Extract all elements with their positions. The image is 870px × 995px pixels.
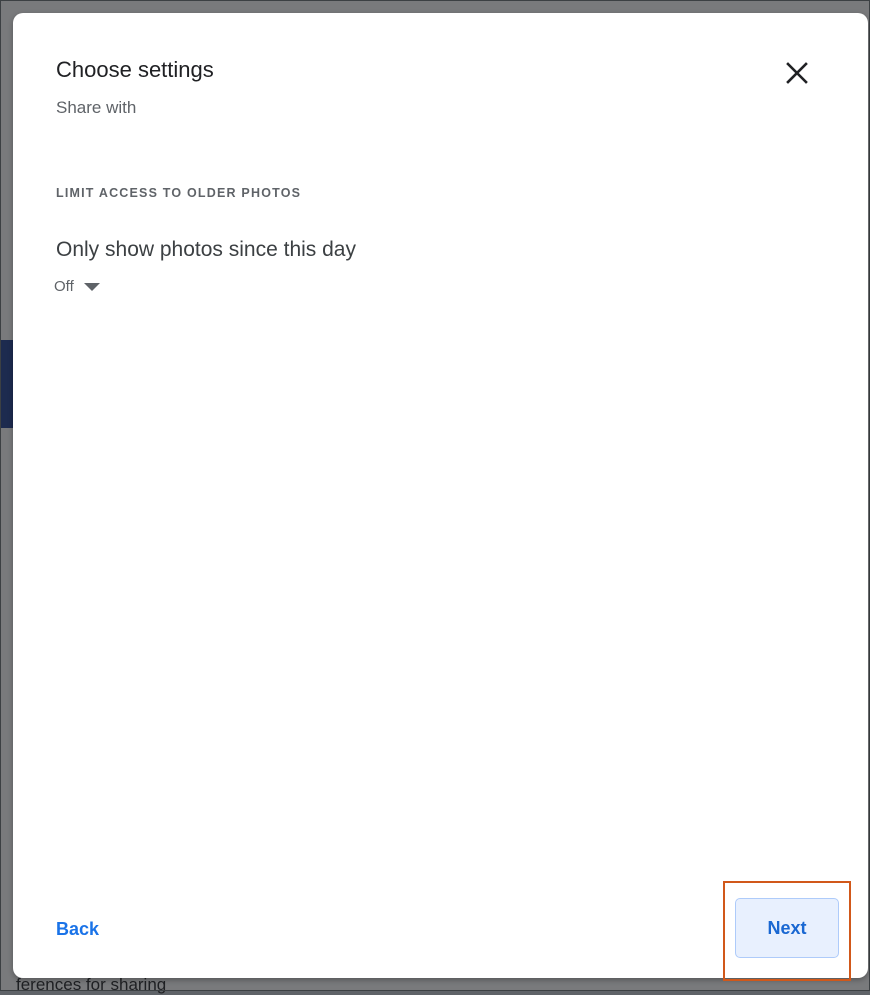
close-icon	[786, 62, 808, 84]
next-button[interactable]: Next	[735, 898, 839, 958]
dropdown-value: Off	[54, 277, 74, 295]
back-button-label: Back	[56, 918, 100, 939]
share-settings-dialog: Choose settings Share with LIMIT ACCESS …	[13, 13, 868, 981]
date-limit-dropdown[interactable]: Off	[54, 274, 100, 298]
section-label: LIMIT ACCESS TO OLDER PHOTOS	[56, 186, 302, 200]
back-button[interactable]: Back	[56, 911, 113, 947]
close-button[interactable]	[777, 53, 817, 93]
dialog-title: Choose settings	[56, 57, 214, 82]
caret-down-icon	[83, 283, 100, 291]
option-title: Only show photos since this day	[56, 238, 356, 261]
next-button-label: Next	[767, 917, 807, 938]
dialog-subtitle: Share with	[56, 98, 137, 117]
